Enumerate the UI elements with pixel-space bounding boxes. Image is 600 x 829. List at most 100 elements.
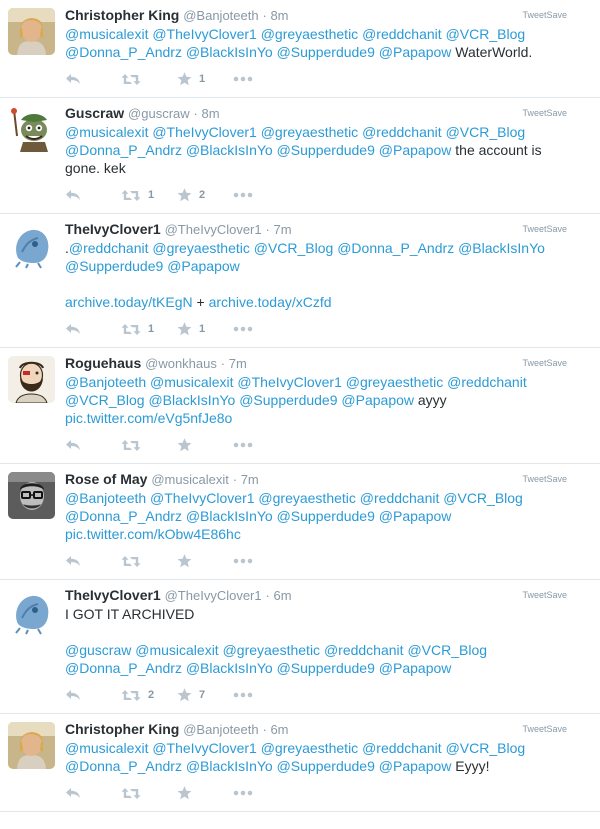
retweet-button[interactable] [121, 555, 177, 568]
mention-link[interactable]: @reddchanit [360, 490, 440, 506]
favorite-button[interactable] [177, 554, 233, 568]
username[interactable]: @Banjoteeth [183, 722, 258, 737]
more-button[interactable] [233, 558, 253, 564]
mention-link[interactable]: @VCR_Blog [254, 240, 334, 256]
mention-link[interactable]: @reddchanit [362, 740, 442, 756]
reply-button[interactable] [65, 439, 121, 451]
avatar-user-photo-blond[interactable] [8, 722, 55, 769]
more-button[interactable] [233, 326, 253, 332]
avatar-user-photo-blond[interactable] [8, 8, 55, 55]
mention-link[interactable]: @Banjoteeth [65, 374, 146, 390]
reply-button[interactable] [65, 787, 121, 799]
mention-link[interactable]: @Donna_P_Andrz [337, 240, 454, 256]
mention-link[interactable]: @Donna_P_Andrz [65, 660, 182, 676]
username[interactable]: @wonkhaus [145, 356, 217, 371]
mention-link[interactable]: @reddchanit [362, 26, 442, 42]
mention-link[interactable]: @Papapow [167, 258, 240, 274]
fullname[interactable]: Rose of May [65, 471, 147, 487]
timestamp[interactable]: 6m [273, 588, 291, 603]
mention-link[interactable]: @greyaesthetic [258, 490, 355, 506]
mention-link[interactable]: @musicalexit [65, 26, 148, 42]
mention-link[interactable]: @musicalexit [65, 740, 148, 756]
retweet-button[interactable]: 1 [121, 323, 177, 336]
timestamp[interactable]: 8m [201, 106, 219, 121]
mention-link[interactable]: @musicalexit [135, 642, 218, 658]
mention-link[interactable]: @VCR_Blog [65, 392, 145, 408]
mention-link[interactable]: @Papapow [379, 660, 452, 676]
more-button[interactable] [233, 790, 253, 796]
fullname[interactable]: Roguehaus [65, 355, 141, 371]
tweetsave-label[interactable]: TweetSave [522, 108, 567, 118]
favorite-button[interactable] [177, 786, 233, 800]
mention-link[interactable]: @TheIvyClover1 [237, 374, 341, 390]
fullname[interactable]: TheIvyClover1 [65, 221, 161, 237]
tweetsave-label[interactable]: TweetSave [522, 590, 567, 600]
reply-button[interactable] [65, 689, 121, 701]
tweetsave-label[interactable]: TweetSave [522, 724, 567, 734]
mention-link[interactable]: @Supperdude9 [65, 258, 163, 274]
more-button[interactable] [233, 192, 253, 198]
mention-link[interactable]: @VCR_Blog [407, 642, 487, 658]
mention-link[interactable]: @BlackIsInYo [186, 758, 273, 774]
mention-link[interactable]: @Supperdude9 [277, 142, 375, 158]
username[interactable]: @TheIvyClover1 [165, 588, 262, 603]
mention-link[interactable]: @reddchanit [69, 240, 149, 256]
mention-link[interactable]: @greyaesthetic [223, 642, 320, 658]
mention-link[interactable]: @greyaesthetic [261, 26, 358, 42]
mention-link[interactable]: @BlackIsInYo [186, 660, 273, 676]
mention-link[interactable]: @VCR_Blog [446, 124, 526, 140]
mention-link[interactable]: @reddchanit [324, 642, 404, 658]
retweet-button[interactable] [121, 787, 177, 800]
fullname[interactable]: Christopher King [65, 721, 179, 737]
reply-button[interactable] [65, 189, 121, 201]
mention-link[interactable]: @greyaesthetic [261, 740, 358, 756]
more-button[interactable] [233, 692, 253, 698]
url-link[interactable]: archive.today/xCzfd [209, 294, 332, 310]
mention-link[interactable]: @greyaesthetic [152, 240, 249, 256]
fullname[interactable]: TheIvyClover1 [65, 587, 161, 603]
retweet-button[interactable]: 1 [121, 189, 177, 202]
mention-link[interactable]: @Supperdude9 [277, 44, 375, 60]
favorite-button[interactable]: 7 [177, 688, 233, 702]
username[interactable]: @TheIvyClover1 [165, 222, 262, 237]
username[interactable]: @Banjoteeth [183, 8, 258, 23]
mention-link[interactable]: @Papapow [379, 44, 452, 60]
mention-link[interactable]: @Papapow [379, 758, 452, 774]
mention-link[interactable]: @BlackIsInYo [186, 142, 273, 158]
avatar-drawn-bearded-man[interactable] [8, 356, 55, 403]
favorite-button[interactable]: 2 [177, 188, 233, 202]
mention-link[interactable]: @Papapow [341, 392, 414, 408]
more-button[interactable] [233, 442, 253, 448]
url-link[interactable]: pic.twitter.com/kObw4E86hc [65, 526, 241, 542]
mention-link[interactable]: @Banjoteeth [65, 490, 146, 506]
timestamp[interactable]: 7m [241, 472, 259, 487]
mention-link[interactable]: @Donna_P_Andrz [65, 508, 182, 524]
mention-link[interactable]: @TheIvyClover1 [152, 740, 256, 756]
mention-link[interactable]: @TheIvyClover1 [152, 124, 256, 140]
mention-link[interactable]: @VCR_Blog [443, 490, 523, 506]
mention-link[interactable]: @BlackIsInYo [148, 392, 235, 408]
url-link[interactable]: archive.today/tKEgN [65, 294, 193, 310]
mention-link[interactable]: @Donna_P_Andrz [65, 142, 182, 158]
mention-link[interactable]: @guscraw [65, 642, 131, 658]
url-link[interactable]: pic.twitter.com/eVg5nfJe8o [65, 410, 232, 426]
more-button[interactable] [233, 76, 253, 82]
mention-link[interactable]: @BlackIsInYo [186, 508, 273, 524]
tweetsave-label[interactable]: TweetSave [522, 474, 567, 484]
reply-button[interactable] [65, 323, 121, 335]
mention-link[interactable]: @Papapow [379, 142, 452, 158]
favorite-button[interactable] [177, 438, 233, 452]
mention-link[interactable]: @Supperdude9 [277, 508, 375, 524]
timestamp[interactable]: 7m [229, 356, 247, 371]
mention-link[interactable]: @reddchanit [447, 374, 527, 390]
favorite-button[interactable]: 1 [177, 72, 233, 86]
mention-link[interactable]: @Donna_P_Andrz [65, 44, 182, 60]
mention-link[interactable]: @TheIvyClover1 [152, 26, 256, 42]
reply-button[interactable] [65, 73, 121, 85]
mention-link[interactable]: @Supperdude9 [277, 660, 375, 676]
username[interactable]: @guscraw [128, 106, 190, 121]
avatar-blue-creature[interactable] [8, 222, 55, 269]
mention-link[interactable]: @musicalexit [150, 374, 233, 390]
mention-link[interactable]: @greyaesthetic [261, 124, 358, 140]
mention-link[interactable]: @Supperdude9 [239, 392, 337, 408]
